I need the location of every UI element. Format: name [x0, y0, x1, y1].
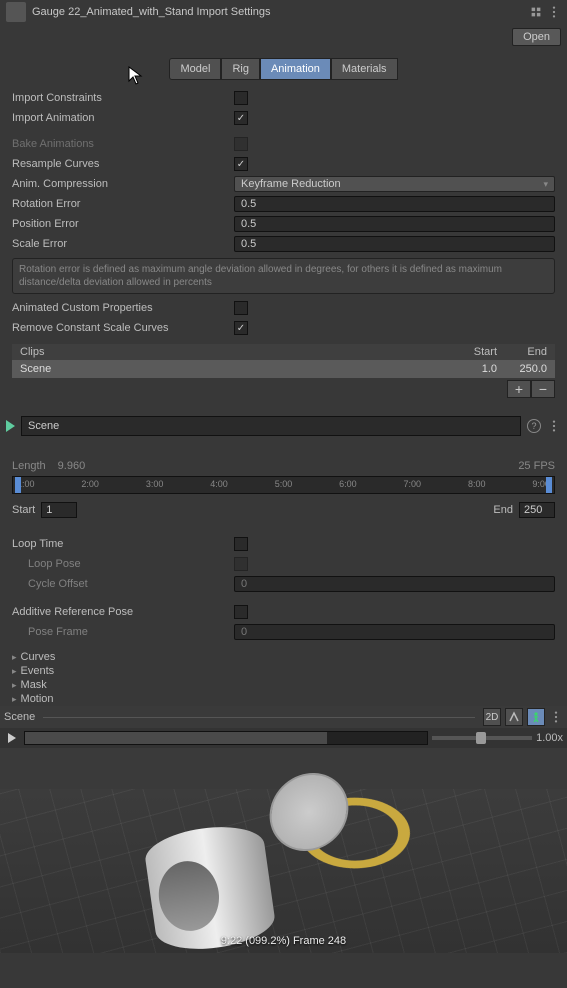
position-error-label: Position Error	[12, 218, 234, 230]
error-help-text: Rotation error is defined as maximum ang…	[12, 258, 555, 294]
additive-ref-label: Additive Reference Pose	[12, 606, 234, 618]
preview-menu-icon[interactable]	[549, 710, 563, 724]
add-clip-button[interactable]: +	[507, 380, 531, 398]
scale-error-input[interactable]: 0.5	[234, 236, 555, 252]
remove-clip-button[interactable]: −	[531, 380, 555, 398]
preview-avatar-button[interactable]	[527, 708, 545, 726]
speed-slider[interactable]	[432, 736, 532, 740]
clip-start: 1.0	[447, 363, 497, 375]
anim-compression-select[interactable]: Keyframe Reduction	[234, 176, 555, 192]
preview-viewport[interactable]: 9:22 (099.2%) Frame 248	[0, 748, 567, 953]
help-icon[interactable]: ?	[527, 419, 541, 433]
clips-header: Clips Start End	[12, 344, 555, 360]
inspector-header: Gauge 22_Animated_with_Stand Import Sett…	[0, 0, 567, 24]
clip-timeline[interactable]: 1:002:003:004:005:006:007:008:009:00	[12, 476, 555, 494]
clips-col-name: Clips	[20, 346, 447, 358]
preview-title: Scene	[4, 711, 35, 723]
cycle-offset-input[interactable]: 0	[234, 576, 555, 592]
start-input[interactable]: 1	[41, 502, 77, 518]
import-animation-checkbox[interactable]	[234, 111, 248, 125]
animated-custom-props-label: Animated Custom Properties	[12, 302, 234, 314]
start-label: Start	[12, 504, 35, 516]
open-button[interactable]: Open	[512, 28, 561, 46]
timeline-end-handle[interactable]	[546, 477, 552, 493]
import-tabs: Model Rig Animation Materials	[0, 50, 567, 88]
fps-label: 25 FPS	[518, 460, 555, 472]
clip-row[interactable]: Scene 1.0 250.0	[12, 360, 555, 378]
speed-text: 1.00x	[536, 732, 563, 744]
remove-constant-scale-label: Remove Constant Scale Curves	[12, 322, 234, 334]
import-constraints-label: Import Constraints	[12, 92, 234, 104]
preview-controls: 1.00x	[0, 728, 567, 748]
scale-error-label: Scale Error	[12, 238, 234, 250]
preset-icon[interactable]	[529, 5, 543, 19]
fold-curves[interactable]: Curves	[0, 650, 567, 664]
menu-icon[interactable]	[547, 5, 561, 19]
rotation-error-input[interactable]: 0.5	[234, 196, 555, 212]
timeline-ticks: 1:002:003:004:005:006:007:008:009:00	[13, 477, 554, 491]
length-value: 9.960	[58, 460, 86, 472]
tab-rig[interactable]: Rig	[221, 58, 260, 80]
tab-materials[interactable]: Materials	[331, 58, 398, 80]
loop-time-label: Loop Time	[12, 538, 234, 550]
loop-time-checkbox[interactable]	[234, 537, 248, 551]
loop-pose-label: Loop Pose	[12, 558, 234, 570]
cycle-offset-label: Cycle Offset	[12, 578, 234, 590]
preview-object-body	[142, 820, 278, 953]
bake-animations-label: Bake Animations	[12, 138, 234, 150]
clips-col-start: Start	[447, 346, 497, 358]
preview-header: Scene 2D	[0, 706, 567, 728]
preview-pivot-button[interactable]	[505, 708, 523, 726]
tab-model[interactable]: Model	[169, 58, 221, 80]
additive-ref-checkbox[interactable]	[234, 605, 248, 619]
position-error-input[interactable]: 0.5	[234, 216, 555, 232]
remove-constant-scale-checkbox[interactable]	[234, 321, 248, 335]
end-input[interactable]: 250	[519, 502, 555, 518]
fold-mask[interactable]: Mask	[0, 678, 567, 692]
tab-animation[interactable]: Animation	[260, 58, 331, 80]
inspector-title: Gauge 22_Animated_with_Stand Import Sett…	[32, 6, 529, 18]
clip-name: Scene	[20, 363, 447, 375]
timeline-start-handle[interactable]	[15, 477, 21, 493]
play-button[interactable]	[4, 730, 20, 746]
bake-animations-checkbox	[234, 137, 248, 151]
clips-col-end: End	[497, 346, 547, 358]
mouse-cursor	[128, 66, 144, 86]
clip-icon	[6, 420, 15, 432]
anim-compression-label: Anim. Compression	[12, 178, 234, 190]
fold-motion[interactable]: Motion	[0, 692, 567, 706]
pose-frame-input[interactable]: 0	[234, 624, 555, 640]
clip-name-input[interactable]: Scene	[21, 416, 521, 436]
import-animation-label: Import Animation	[12, 112, 234, 124]
resample-curves-label: Resample Curves	[12, 158, 234, 170]
animated-custom-props-checkbox[interactable]	[234, 301, 248, 315]
pose-frame-label: Pose Frame	[12, 626, 234, 638]
preview-2d-button[interactable]: 2D	[483, 708, 501, 726]
rotation-error-label: Rotation Error	[12, 198, 234, 210]
divider	[43, 717, 475, 718]
preview-status-text: 9:22 (099.2%) Frame 248	[0, 935, 567, 947]
clip-end: 250.0	[497, 363, 547, 375]
preview-scrubber[interactable]	[24, 731, 428, 745]
clip-menu-icon[interactable]	[547, 419, 561, 433]
resample-curves-checkbox[interactable]	[234, 157, 248, 171]
loop-pose-checkbox	[234, 557, 248, 571]
length-label: Length	[12, 460, 46, 472]
asset-icon	[6, 2, 26, 22]
end-label: End	[493, 504, 513, 516]
import-constraints-checkbox[interactable]	[234, 91, 248, 105]
anim-compression-value: Keyframe Reduction	[241, 178, 341, 190]
fold-events[interactable]: Events	[0, 664, 567, 678]
